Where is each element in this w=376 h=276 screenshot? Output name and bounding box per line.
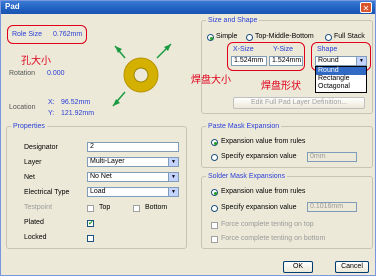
testpoint-top-checkbox[interactable] [87,205,94,212]
ysize-header: Y-Size [273,46,293,53]
properties-title: Properties [13,123,45,130]
edit-full-pad-layer-button[interactable]: Edit Full Pad Layer Definition... [233,97,365,109]
pad-hole-shape [133,67,149,83]
paste-specify-radio[interactable] [211,154,218,161]
designator-input[interactable]: 2 [87,142,179,152]
tenting-bottom-checkbox[interactable] [211,236,218,243]
plated-checkbox[interactable]: ✔ [87,220,94,227]
close-button[interactable]: ✕ [360,2,372,13]
dropdown-arrow-icon[interactable]: ▼ [356,57,366,65]
testpoint-bottom-checkbox[interactable] [133,205,140,212]
mode-simple-label: Simple [216,33,238,40]
layer-select-value: Multi-Layer [90,158,125,165]
electrical-type-label: Electrical Type [24,189,70,196]
solder-specify-radio[interactable] [211,205,218,212]
ysize-input[interactable]: 1.524mm [269,56,303,66]
mode-top-middle-bottom-label: Top-Middle-Bottom [255,33,314,40]
net-select-value: No Net [90,173,112,180]
pad-size-note: 焊盘大小 [191,75,231,86]
shape-select-value: Round [318,57,339,64]
tenting-top-label: Force complete tenting on top [221,221,314,228]
net-label: Net [24,174,35,181]
y-label: Y: [48,110,55,117]
shape-option-octagonal[interactable]: Octagonal [316,83,366,91]
solder-value-input[interactable]: 0.1016mm [307,202,357,212]
ok-button[interactable]: OK [283,261,313,273]
mode-top-middle-bottom-radio[interactable] [246,34,253,41]
tenting-top-checkbox[interactable] [211,222,218,229]
rotation-value: 0.000 [47,70,65,77]
testpoint-label: Testpoint [24,204,53,211]
window-title: Pad [5,2,20,11]
mode-simple-radio[interactable] [207,34,214,41]
solder-from-rules-radio[interactable] [211,189,218,196]
net-select[interactable]: No Net ▼ [87,172,179,182]
solder-mask-title: Solder Mask Expansions [208,173,286,180]
hole-size-highlight [7,25,87,44]
pad-shape-note: 焊盘形状 [261,81,301,92]
solder-specify-label: Specify expansion value [221,204,297,211]
paste-from-rules-radio[interactable] [211,139,218,146]
electrical-type-value: Load [90,188,106,195]
locked-label: Locked [24,234,47,241]
shape-dropdown-list[interactable]: Round Rectangle Octagonal [315,66,367,93]
paste-specify-label: Specify expansion value [221,153,297,160]
x-value: 96.52mm [61,99,91,106]
title-bar[interactable]: Pad ✕ [1,1,375,14]
pad-preview [112,43,172,107]
dropdown-arrow-icon[interactable]: ▼ [168,188,178,196]
location-label: Location [9,104,36,111]
shape-select[interactable]: Round ▼ [315,56,367,66]
y-value: 121.92mm [61,110,95,117]
paste-value-input[interactable]: 0mm [307,152,357,162]
xsize-input[interactable]: 1.524mm [231,56,267,66]
rotation-label: Rotation [9,70,36,77]
paste-from-rules-label: Expansion value from rules [221,138,306,145]
paste-mask-title: Paste Mask Expansion [208,123,280,130]
xsize-header: X-Size [233,46,254,53]
mode-full-stack-radio[interactable] [325,34,332,41]
x-label: X: [48,99,55,106]
solder-from-rules-label: Expansion value from rules [221,188,306,195]
dropdown-arrow-icon[interactable]: ▼ [168,173,178,181]
mode-full-stack-label: Full Stack [334,33,365,40]
shape-option-rectangle[interactable]: Rectangle [316,75,366,83]
electrical-type-select[interactable]: Load ▼ [87,187,179,197]
tenting-bottom-label: Force complete tenting on bottom [221,235,326,242]
layer-select[interactable]: Multi-Layer ▼ [87,157,179,167]
testpoint-top-label: Top [99,204,111,211]
shape-option-round[interactable]: Round [316,67,366,75]
locked-checkbox[interactable] [87,235,94,242]
pad-dialog: Pad ✕ Role Size 0.762mm 孔大小 Rotation 0.0… [0,0,376,276]
cancel-button[interactable]: Cancel [335,261,369,273]
layer-label: Layer [24,159,42,166]
testpoint-bottom-label: Bottom [145,204,168,211]
hole-size-note: 孔大小 [21,56,51,67]
plated-label: Plated [24,219,44,226]
arrow-head-top-left [115,46,122,53]
dropdown-arrow-icon[interactable]: ▼ [168,158,178,166]
size-shape-title: Size and Shape [208,17,258,24]
designator-label: Designator [24,144,58,151]
shape-header: Shape [317,46,338,53]
